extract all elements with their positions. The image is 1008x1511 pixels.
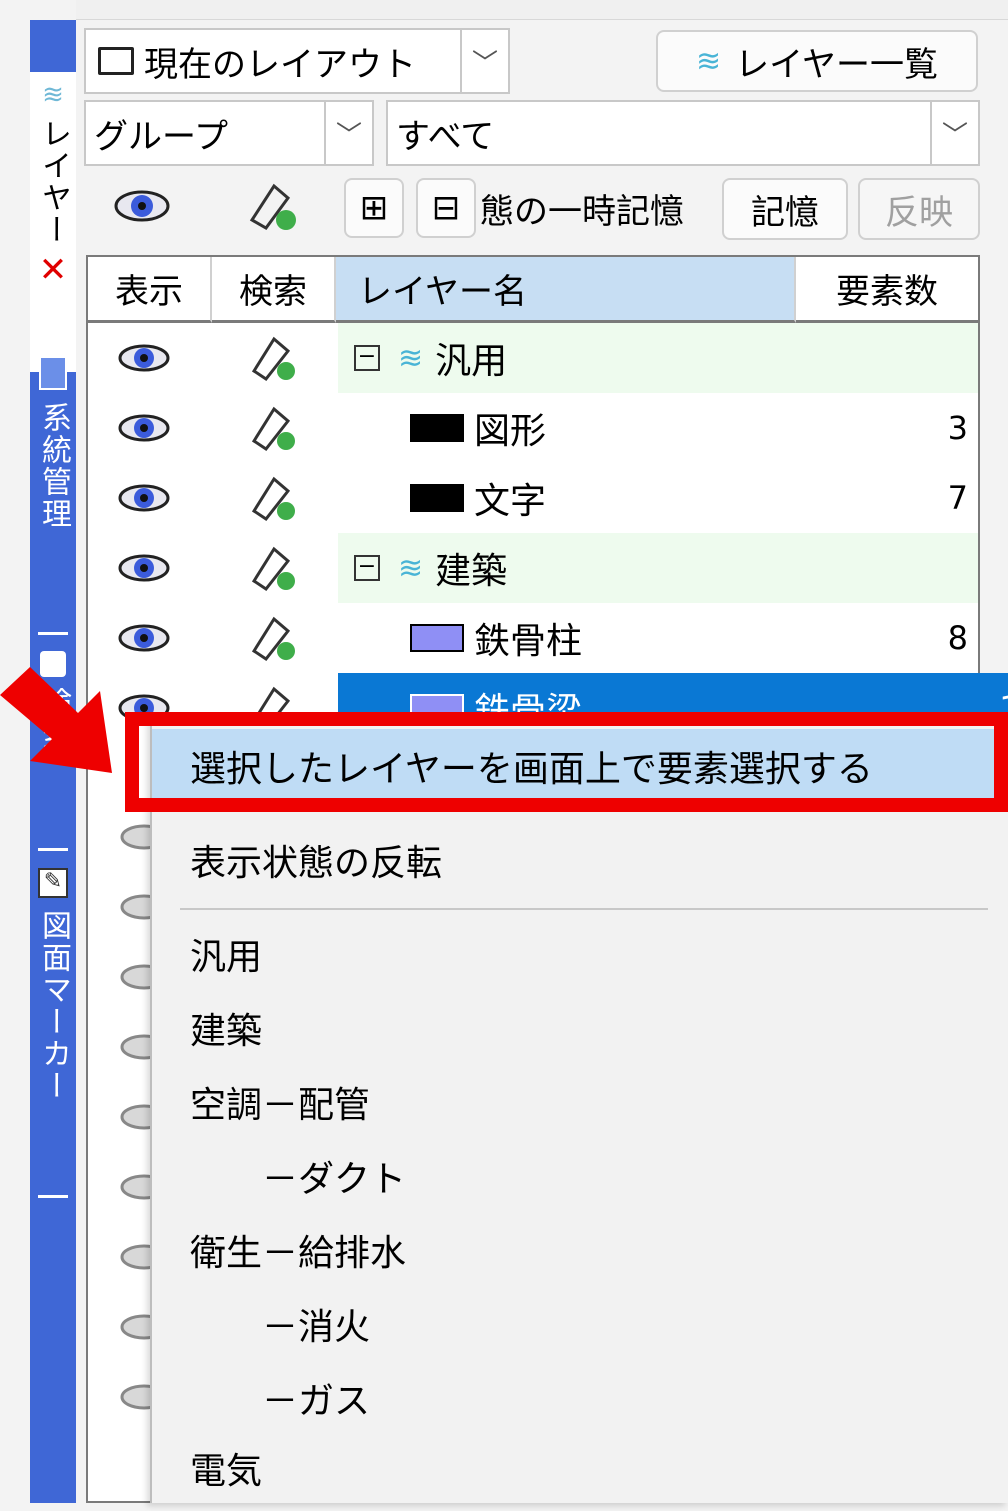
tab-layer-label: レイヤー xyxy=(36,118,71,246)
expand-all-label: ⊞ xyxy=(359,188,389,228)
layer-name-cell: 文字 xyxy=(338,463,1008,533)
close-icon[interactable]: ✕ xyxy=(39,250,68,290)
memorize-button-label: 記憶 xyxy=(751,192,819,233)
tab-divider xyxy=(38,632,68,635)
menu-item-hvac-duct[interactable]: －ダクト xyxy=(152,1139,1008,1213)
search-target-icon[interactable] xyxy=(246,403,302,455)
layer-list-button[interactable]: ≋ レイヤー一覧 xyxy=(656,30,978,92)
column-header-count[interactable]: 要素数 xyxy=(796,257,978,323)
tab-system[interactable]: 系統管理 xyxy=(30,350,76,610)
layer-name-cell: 図形 xyxy=(338,393,1008,463)
layer-list-button-label: レイヤー一覧 xyxy=(735,44,939,85)
layer-name: 建築 xyxy=(435,551,508,592)
memorize-button[interactable]: 記憶 xyxy=(722,178,848,240)
temp-memory-label: 態の一時記憶 xyxy=(480,191,684,232)
column-header-layer-name[interactable]: レイヤー名 xyxy=(336,257,796,323)
layer-name: 文字 xyxy=(474,481,547,522)
menu-item-hvac-piping[interactable]: 空調－配管 xyxy=(152,1065,1008,1139)
eye-icon[interactable] xyxy=(118,623,170,653)
search-target-icon[interactable] xyxy=(246,613,302,665)
eye-icon[interactable] xyxy=(118,483,170,513)
annotation-highlight-box xyxy=(125,712,1008,812)
layers-icon: ≋ xyxy=(695,43,722,79)
apply-button-label: 反映 xyxy=(885,192,953,233)
search-target-icon[interactable] xyxy=(246,543,302,595)
table-row[interactable]: 鉄骨柱 8 xyxy=(88,603,978,673)
table-row[interactable]: 図形 3 xyxy=(88,393,978,463)
table-row[interactable]: 文字 7 xyxy=(88,463,978,533)
layout-icon xyxy=(98,47,134,75)
layer-color-swatch xyxy=(410,624,464,652)
eye-icon[interactable] xyxy=(114,188,170,224)
menu-item-general[interactable]: 汎用 xyxy=(152,917,1008,991)
collapse-all-button[interactable]: ⊟ xyxy=(416,178,476,238)
menu-item-fire[interactable]: －消火 xyxy=(152,1287,1008,1361)
annotation-arrow-icon xyxy=(0,667,112,773)
layers-icon: ≋ xyxy=(42,80,64,110)
menu-item-invert-visibility[interactable]: 表示状態の反転 xyxy=(152,823,1008,897)
menu-separator xyxy=(180,908,988,910)
element-count: 3 xyxy=(947,409,968,447)
tab-marker-label: 図面マーカー xyxy=(36,910,71,1102)
chevron-down-icon[interactable]: ﹀ xyxy=(930,102,978,164)
search-target-icon[interactable] xyxy=(246,473,302,525)
layer-name-cell: − ≋ 建築 xyxy=(338,533,978,603)
element-count: 7 xyxy=(947,479,968,517)
tab-marker[interactable]: ✎ 図面マーカー xyxy=(30,862,76,1192)
element-count: 8 xyxy=(947,619,968,657)
context-menu: 選択したレイヤーを画面上で要素選択する 表示状態の反転 汎用 建築 空調－配管 … xyxy=(150,715,1008,1503)
chevron-down-icon[interactable]: ﹀ xyxy=(324,102,372,164)
layer-name-cell: 鉄骨柱 xyxy=(338,603,1008,673)
filter-select[interactable]: すべて ﹀ xyxy=(386,100,980,166)
eye-icon[interactable] xyxy=(118,343,170,373)
eye-icon[interactable] xyxy=(118,413,170,443)
layer-color-swatch xyxy=(410,414,464,442)
layout-select[interactable]: 現在のレイアウト ﹀ xyxy=(84,28,510,94)
expand-all-button[interactable]: ⊞ xyxy=(344,178,404,238)
menu-item-gas[interactable]: －ガス xyxy=(152,1361,1008,1435)
apply-button[interactable]: 反映 xyxy=(858,178,980,240)
layers-icon: ≋ xyxy=(398,550,424,586)
eye-icon[interactable] xyxy=(118,553,170,583)
collapse-icon[interactable]: − xyxy=(354,345,380,371)
top-strip xyxy=(76,0,1008,20)
layer-name-cell: − ≋ 汎用 xyxy=(338,323,978,393)
chevron-down-icon[interactable]: ﹀ xyxy=(460,30,508,92)
collapse-icon[interactable]: − xyxy=(354,555,380,581)
layer-name: 鉄骨柱 xyxy=(474,621,583,662)
search-target-icon[interactable] xyxy=(244,180,302,236)
tab-divider xyxy=(38,848,68,851)
layer-name: 汎用 xyxy=(435,341,508,382)
group-select[interactable]: グループ ﹀ xyxy=(84,100,374,166)
layer-color-swatch xyxy=(410,484,464,512)
layers-icon: ≋ xyxy=(398,340,424,376)
marker-icon: ✎ xyxy=(38,868,68,898)
layout-select-value: 現在のレイアウト xyxy=(144,44,416,85)
group-select-value: グループ xyxy=(94,116,228,157)
menu-item-plumbing[interactable]: 衛生－給排水 xyxy=(152,1213,1008,1287)
column-header-search[interactable]: 検索 xyxy=(212,257,336,323)
tab-divider xyxy=(38,1195,68,1198)
search-target-icon[interactable] xyxy=(246,333,302,385)
menu-item-electrical[interactable]: 電気 xyxy=(152,1431,1008,1505)
column-header-visible[interactable]: 表示 xyxy=(88,257,212,323)
layer-name: 図形 xyxy=(474,411,547,452)
collapse-all-label: ⊟ xyxy=(431,188,461,228)
menu-item-architecture[interactable]: 建築 xyxy=(152,991,1008,1065)
tab-layer[interactable]: ≋ レイヤー ✕ xyxy=(30,72,76,372)
tab-system-label: 系統管理 xyxy=(36,402,71,530)
filter-select-value: すべて xyxy=(396,116,495,157)
table-row[interactable]: − ≋ 汎用 xyxy=(88,323,978,393)
system-icon xyxy=(39,356,67,390)
table-row[interactable]: − ≋ 建築 xyxy=(88,533,978,603)
